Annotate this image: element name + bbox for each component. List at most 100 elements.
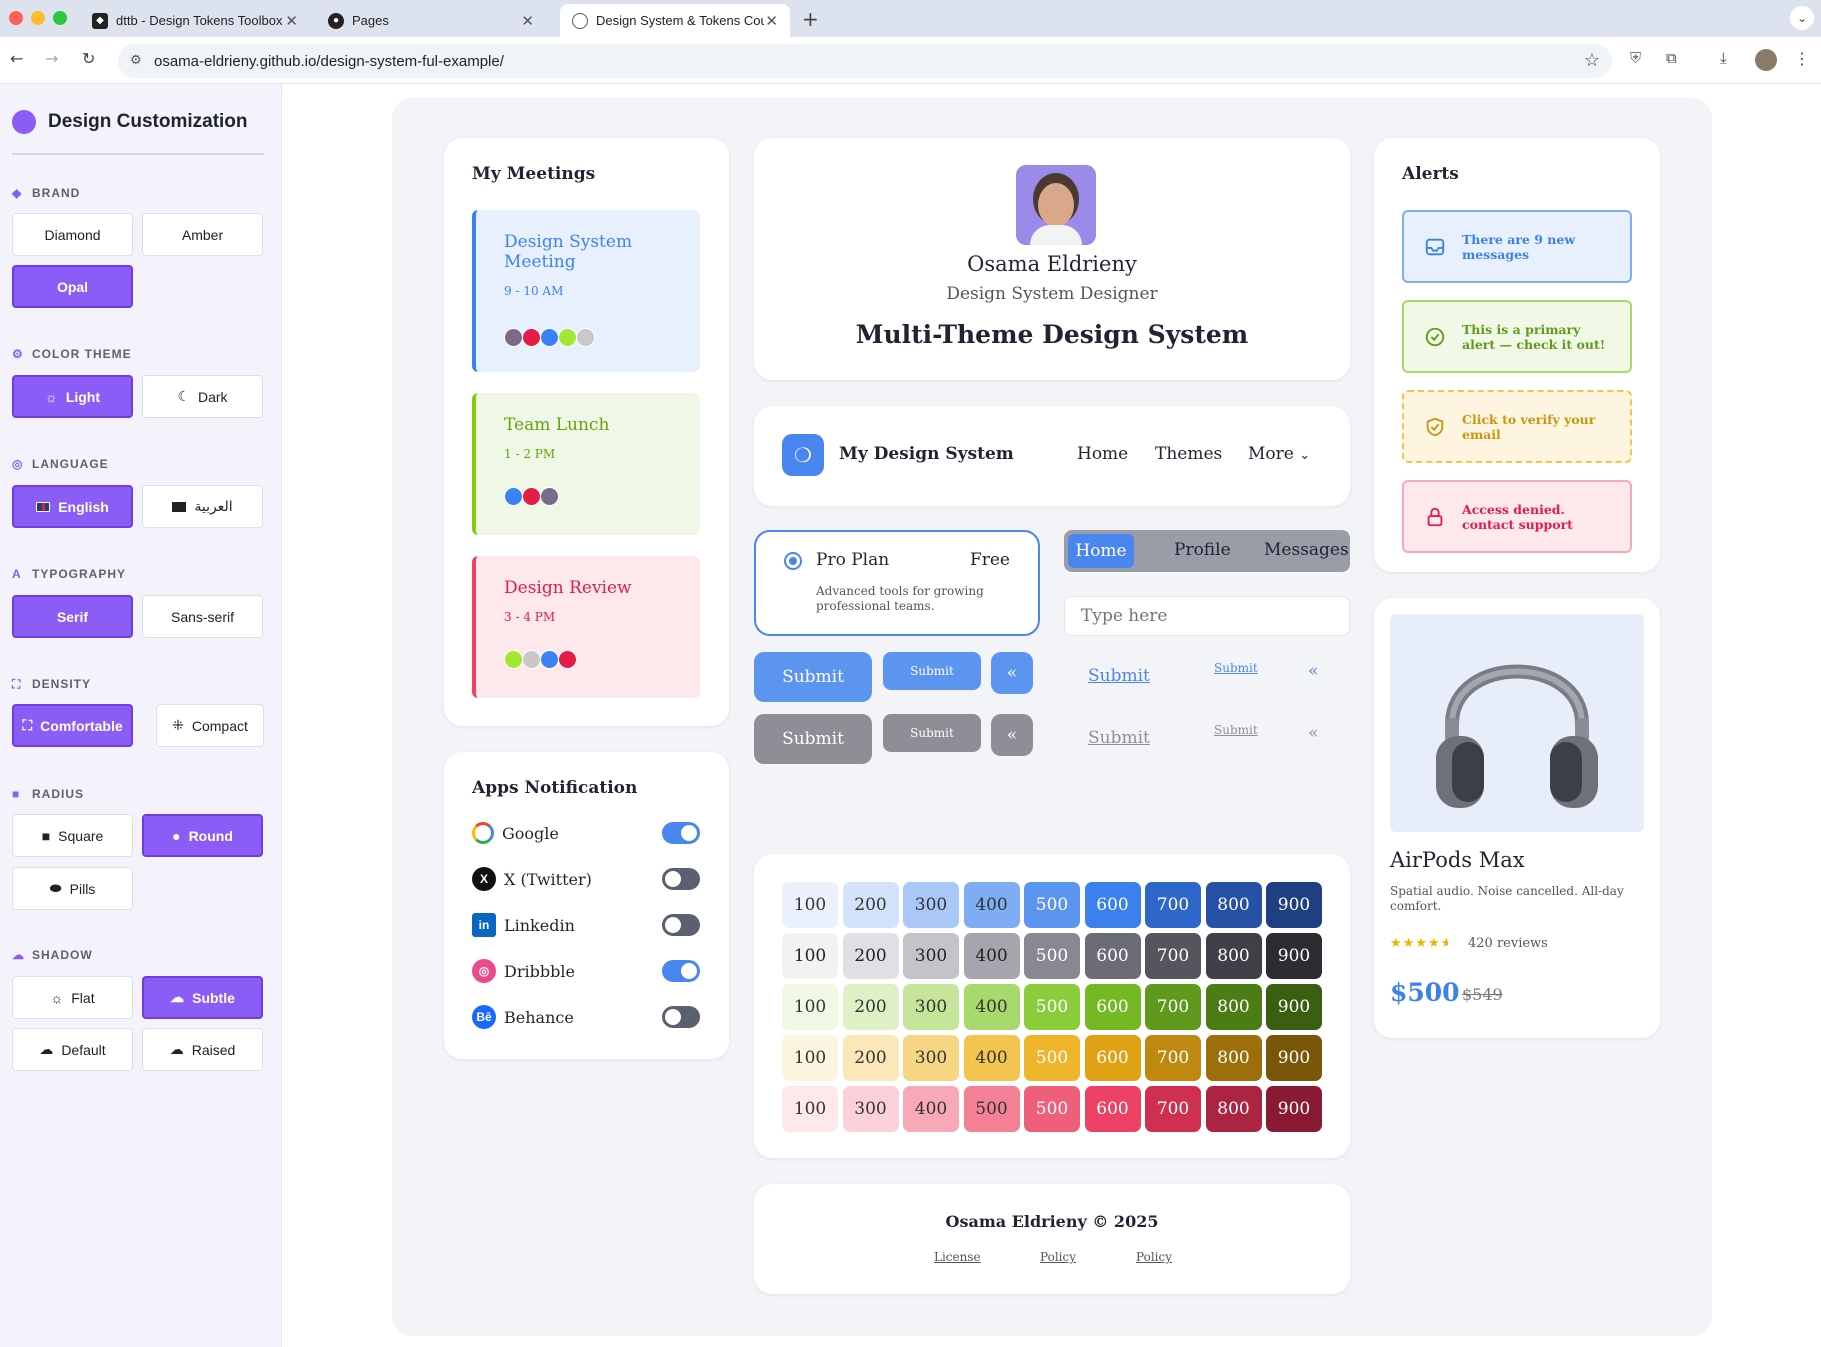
dribbble-toggle[interactable] [662,960,700,982]
radio-selected-icon[interactable] [784,552,802,570]
submit-link-small-secondary[interactable]: Submit [1214,723,1258,737]
minimize-window-button[interactable] [31,11,45,25]
brand-option-opal[interactable]: Opal [12,265,133,308]
maximize-window-button[interactable] [53,11,67,25]
color-swatch[interactable]: 200 [842,984,899,1030]
color-swatch[interactable]: 200 [842,933,899,979]
language-option-english[interactable]: English [12,485,133,528]
back-button[interactable]: « [991,652,1033,694]
footer-link-policy[interactable]: Policy [1040,1250,1076,1264]
alert-warning[interactable]: Click to verify your email [1402,390,1632,463]
meeting-card[interactable]: Design Review 3 - 4 PM [472,556,700,698]
browser-tab[interactable]: ● Pages ✕ [316,4,546,37]
segment-home[interactable]: Home [1068,534,1134,568]
color-swatch[interactable]: 800 [1205,933,1262,979]
color-swatch[interactable]: 700 [1145,984,1201,1030]
back-link[interactable]: « [1308,661,1318,681]
color-swatch[interactable]: 700 [1145,1035,1201,1081]
color-swatch[interactable]: 900 [1266,1086,1322,1132]
color-swatch[interactable]: 400 [963,882,1020,928]
color-swatch[interactable]: 100 [782,1086,838,1132]
footer-link-policy[interactable]: Policy [1136,1250,1172,1264]
density-option-comfortable[interactable]: ⛶ Comfortable [12,704,133,747]
behance-toggle[interactable] [662,1006,700,1028]
segment-messages[interactable]: Messages [1264,540,1349,560]
color-swatch[interactable]: 100 [782,882,838,928]
color-swatch[interactable]: 600 [1084,933,1141,979]
tab-search-chevron-icon[interactable]: ⌄ [1790,6,1814,30]
navbar-brand[interactable]: My Design System [839,444,1014,464]
google-toggle[interactable] [662,822,700,844]
extensions-puzzle-icon[interactable]: ⧉ [1666,49,1677,67]
color-swatch[interactable]: 500 [1024,984,1080,1030]
color-swatch[interactable]: 300 [903,882,959,928]
shadow-option-default[interactable]: ☁ Default [12,1028,133,1071]
color-swatch[interactable]: 300 [903,933,959,979]
color-swatch[interactable]: 900 [1266,933,1322,979]
nav-link-themes[interactable]: Themes [1155,444,1222,464]
color-swatch[interactable]: 500 [1024,882,1080,928]
browser-tab-active[interactable]: Design System & Tokens Cou ✕ [560,4,790,37]
close-tab-icon[interactable]: ✕ [765,12,778,30]
color-swatch[interactable]: 800 [1205,984,1262,1030]
nav-link-home[interactable]: Home [1077,444,1128,464]
color-swatch[interactable]: 600 [1084,984,1141,1030]
color-swatch[interactable]: 300 [903,1035,959,1081]
shadow-option-raised[interactable]: ☁ Raised [142,1028,263,1071]
back-link-secondary[interactable]: « [1308,723,1318,743]
shadow-option-subtle[interactable]: ☁ Subtle [142,976,263,1019]
new-tab-button[interactable]: + [802,7,819,31]
twitter-toggle[interactable] [662,868,700,890]
text-input[interactable] [1064,596,1350,636]
segment-profile[interactable]: Profile [1174,540,1231,560]
reload-icon[interactable]: ↻ [82,49,95,68]
close-tab-icon[interactable]: ✕ [285,12,298,30]
color-swatch[interactable]: 500 [1024,933,1080,979]
submit-button-large-secondary[interactable]: Submit [754,714,872,764]
density-option-compact[interactable]: ⁜ Compact [156,704,264,747]
color-swatch[interactable]: 100 [782,984,838,1030]
color-swatch[interactable]: 700 [1145,882,1201,928]
color-swatch[interactable]: 400 [963,984,1020,1030]
color-swatch[interactable]: 700 [1145,1086,1201,1132]
close-tab-icon[interactable]: ✕ [521,12,534,30]
meeting-card[interactable]: Team Lunch 1 - 2 PM [472,393,700,535]
color-swatch[interactable]: 600 [1084,882,1141,928]
color-swatch[interactable]: 400 [963,1035,1020,1081]
language-option-arabic[interactable]: العربية [142,485,263,528]
submit-button-large[interactable]: Submit [754,652,872,702]
close-window-button[interactable] [9,11,23,25]
linkedin-toggle[interactable] [662,914,700,936]
color-swatch[interactable]: 300 [903,984,959,1030]
color-swatch[interactable]: 300 [842,1086,899,1132]
submit-link-large-secondary[interactable]: Submit [1088,728,1150,748]
alert-danger[interactable]: Access denied. contact support [1402,480,1632,553]
submit-button-small[interactable]: Submit [883,652,981,690]
color-swatch[interactable]: 400 [963,933,1020,979]
theme-option-light[interactable]: ☼ Light [12,375,133,418]
color-swatch[interactable]: 100 [782,1035,838,1081]
color-swatch[interactable]: 800 [1205,1086,1262,1132]
color-swatch[interactable]: 800 [1205,1035,1262,1081]
color-swatch[interactable]: 800 [1205,882,1262,928]
brand-option-amber[interactable]: Amber [142,213,263,256]
color-swatch[interactable]: 200 [842,882,899,928]
radius-option-round[interactable]: ● Round [142,814,263,857]
theme-option-dark[interactable]: ☾ Dark [142,375,263,418]
color-swatch[interactable]: 500 [963,1086,1020,1132]
back-button-secondary[interactable]: « [991,714,1033,756]
meeting-card[interactable]: Design System Meeting 9 - 10 AM [472,210,700,372]
submit-button-small-secondary[interactable]: Submit [883,714,981,752]
color-swatch[interactable]: 100 [782,933,838,979]
color-swatch[interactable]: 200 [842,1035,899,1081]
alert-success[interactable]: This is a primary alert — check it out! [1402,300,1632,373]
brand-option-diamond[interactable]: Diamond [12,213,133,256]
nav-link-more[interactable]: More ⌄ [1248,444,1310,464]
shield-extension-icon[interactable]: ⛨ [1630,49,1641,67]
site-settings-icon[interactable]: ⚙ [130,52,142,68]
profile-avatar[interactable] [1755,49,1777,71]
download-icon[interactable]: ⤓ [1720,49,1727,67]
color-swatch[interactable]: 600 [1084,1035,1141,1081]
alert-info[interactable]: There are 9 new messages [1402,210,1632,283]
typography-option-sans-serif[interactable]: Sans-serif [142,595,263,638]
